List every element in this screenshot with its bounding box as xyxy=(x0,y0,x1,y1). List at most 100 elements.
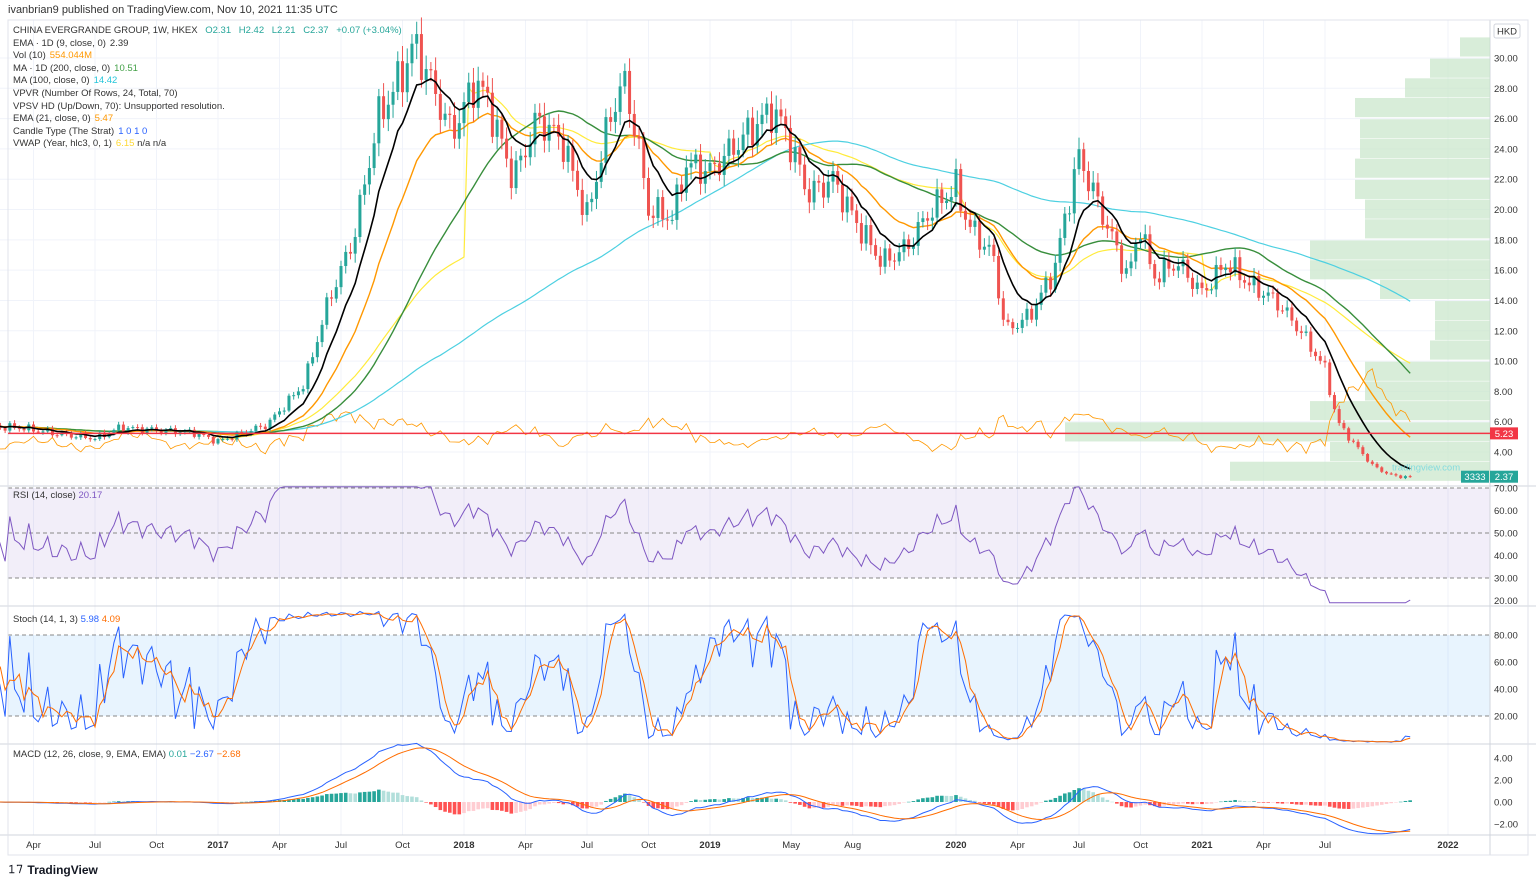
candle-body xyxy=(150,427,154,429)
macd-histogram-bar xyxy=(438,802,443,811)
macd-histogram-bar xyxy=(485,802,490,809)
candle-body xyxy=(315,342,319,358)
macd-histogram-bar xyxy=(107,801,111,803)
candle-body xyxy=(798,147,802,165)
rsi-tick-label: 30.00 xyxy=(1494,574,1518,585)
candle-body xyxy=(1323,360,1327,363)
macd-histogram-bar xyxy=(783,800,788,802)
candle-body xyxy=(1101,196,1105,225)
candle-body xyxy=(121,424,125,433)
macd-histogram-bar xyxy=(982,802,987,804)
candle-body xyxy=(926,218,930,221)
macd-histogram-bar xyxy=(329,793,334,802)
candle-body xyxy=(670,219,674,221)
macd-histogram-bar xyxy=(509,802,514,814)
legend-row: VWAP (Year, hlc3, 0, 1) 6.15 n/a n/a xyxy=(13,138,402,151)
macd-histogram-bar xyxy=(102,802,107,803)
candle-body xyxy=(490,92,494,137)
macd-histogram-bar xyxy=(296,798,301,802)
candle-body xyxy=(1162,259,1166,283)
candle-body xyxy=(656,197,660,218)
candle-body xyxy=(358,194,362,237)
macd-histogram-bar xyxy=(1375,802,1379,806)
macd-tick-label: 2.00 xyxy=(1494,776,1513,787)
macd-histogram-bar xyxy=(684,802,689,803)
candle-body xyxy=(864,225,868,244)
low-value: L2.21 xyxy=(271,25,296,36)
rsi-label: RSI (14, close) xyxy=(13,490,76,501)
indicator-value: 1 0 1 0 xyxy=(118,125,148,137)
candle-body xyxy=(306,363,310,390)
macd-histogram-bar xyxy=(698,800,703,802)
volume-profile-row xyxy=(1330,442,1490,462)
candle-body xyxy=(419,34,423,80)
stoch-k-value: 5.98 xyxy=(80,614,100,625)
macd-histogram-bar xyxy=(74,802,78,803)
indicator-value: 14.42 xyxy=(93,75,118,87)
candle-body xyxy=(292,395,296,397)
candle-body xyxy=(1271,292,1275,294)
time-tick-label: Apr xyxy=(26,840,41,851)
candle-body xyxy=(1347,428,1351,441)
candle-body xyxy=(708,162,712,172)
macd-histogram-bar xyxy=(1086,790,1091,802)
macd-histogram-bar xyxy=(864,802,868,807)
indicator-name: MA (100, close, 0) xyxy=(13,75,90,87)
macd-histogram-bar xyxy=(958,796,963,802)
volume-profile-row xyxy=(1405,78,1490,98)
price-tick-label: 16.00 xyxy=(1494,266,1518,277)
legend-row: MA (100, close, 0) 14.42 xyxy=(13,75,402,88)
candle-body xyxy=(774,109,778,133)
candle-body xyxy=(869,225,873,246)
macd-histogram-bar xyxy=(859,802,864,807)
candle-body xyxy=(935,189,939,218)
candle-body xyxy=(325,297,329,325)
macd-histogram-bar xyxy=(812,802,816,809)
macd-histogram-bar xyxy=(1403,800,1408,802)
candle-body xyxy=(713,162,717,164)
candle-body xyxy=(1337,409,1341,424)
macd-histogram-bar xyxy=(476,802,480,810)
candle-body xyxy=(1351,440,1355,442)
stoch-legend: Stoch (14, 1, 3) 5.98 4.09 xyxy=(13,614,120,625)
macd-histogram-bar xyxy=(1304,802,1308,805)
candle-body xyxy=(1077,149,1081,170)
macd-histogram-bar xyxy=(1081,788,1086,802)
candle-body xyxy=(117,424,121,430)
candle-body xyxy=(1011,322,1015,329)
candle-body xyxy=(1176,266,1180,271)
candle-body xyxy=(1356,441,1360,448)
macd-histogram-bar xyxy=(320,795,324,802)
macd-histogram-bar xyxy=(1370,802,1375,807)
stoch-label: Stoch (14, 1, 3) xyxy=(13,614,78,625)
macd-histogram-bar xyxy=(1256,802,1261,803)
change-value: +0.07 (+3.04%) xyxy=(336,25,402,36)
candle-body xyxy=(263,426,267,430)
candle-body xyxy=(1134,243,1138,262)
candle-body xyxy=(893,260,896,262)
candle-body xyxy=(273,414,277,420)
candle-body xyxy=(1115,231,1119,246)
candle-body xyxy=(1110,228,1114,232)
macd-histogram-bar xyxy=(1100,797,1105,802)
macd-histogram-bar xyxy=(840,802,845,806)
legend-row: Candle Type (The Strat) 1 0 1 0 xyxy=(13,126,402,139)
candle-body xyxy=(1030,308,1034,320)
macd-histogram-bar xyxy=(892,802,897,806)
macd-histogram-bar xyxy=(878,802,883,808)
close-value: C2.37 xyxy=(303,25,329,36)
macd-histogram-bar xyxy=(433,802,438,808)
macd-signal-line xyxy=(0,747,1411,833)
macd-histogram-bar xyxy=(1242,801,1247,802)
candle-body xyxy=(1209,289,1213,291)
macd-histogram-bar xyxy=(1020,802,1025,809)
candle-body xyxy=(1295,320,1299,332)
volume-profile-row xyxy=(1360,119,1490,139)
macd-histogram-bar xyxy=(940,795,944,802)
macd-histogram-bar xyxy=(604,800,608,802)
candle-body xyxy=(1403,476,1407,479)
candle-body xyxy=(1205,288,1209,291)
time-tick-label: Apr xyxy=(1010,840,1025,851)
macd-histogram-bar xyxy=(410,796,414,802)
macd-histogram-bar xyxy=(372,791,376,802)
